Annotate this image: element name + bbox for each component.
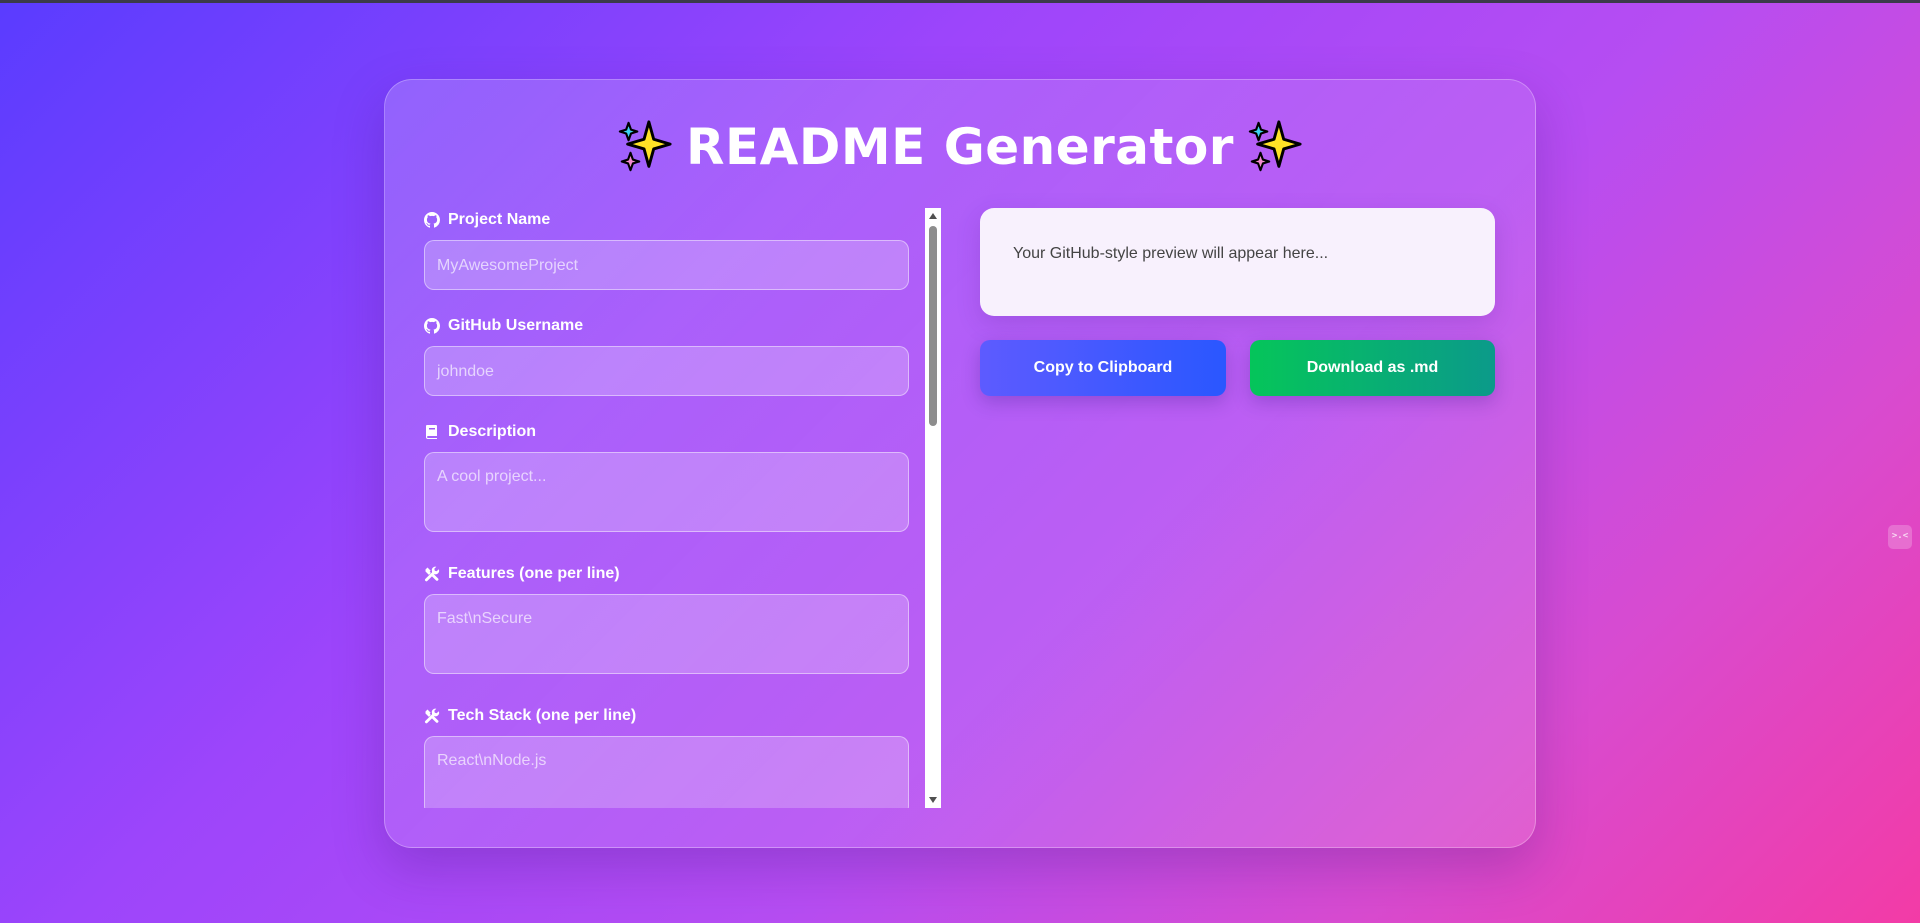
description-textarea[interactable]: A cool project... xyxy=(424,452,909,532)
field-label-text: GitHub Username xyxy=(448,317,584,334)
project-name-input[interactable]: MyAwesomeProject xyxy=(424,240,909,290)
scroll-down-arrow-icon[interactable] xyxy=(929,797,937,803)
tools-icon xyxy=(424,708,440,724)
sparkles-icon xyxy=(1248,119,1302,171)
field-github-username: GitHub Username johndoe xyxy=(424,313,909,396)
field-features: Features (one per line) Fast\nSecure xyxy=(424,561,909,674)
field-label-text: Features (one per line) xyxy=(448,565,620,582)
field-label: Features (one per line) xyxy=(424,561,909,587)
field-tech-stack: Tech Stack (one per line) React\nNode.js xyxy=(424,703,909,808)
scroll-up-arrow-icon[interactable] xyxy=(929,213,937,219)
tools-icon xyxy=(424,566,440,582)
title-text: README Generator xyxy=(686,118,1234,176)
field-label: Tech Stack (one per line) xyxy=(424,703,909,729)
readme-preview: Your GitHub-style preview will appear he… xyxy=(980,208,1495,316)
field-label: Description xyxy=(424,419,909,445)
copy-to-clipboard-button[interactable]: Copy to Clipboard xyxy=(980,340,1226,396)
github-icon xyxy=(424,212,440,228)
sparkles-icon xyxy=(618,119,672,171)
download-md-button[interactable]: Download as .md xyxy=(1250,340,1495,396)
side-extension-tab[interactable]: >.< xyxy=(1888,525,1912,549)
browser-top-strip xyxy=(0,0,1920,3)
field-label: Project Name xyxy=(424,207,909,233)
field-label: GitHub Username xyxy=(424,313,909,339)
page-title: README Generator xyxy=(0,112,1920,182)
preview-placeholder-text: Your GitHub-style preview will appear he… xyxy=(1013,245,1329,262)
scroll-thumb[interactable] xyxy=(929,226,937,426)
github-username-input[interactable]: johndoe xyxy=(424,346,909,396)
field-project-name: Project Name MyAwesomeProject xyxy=(424,207,909,290)
form-panel[interactable]: Project Name MyAwesomeProject GitHub Use… xyxy=(424,207,941,808)
form-scrollbar[interactable] xyxy=(925,208,941,808)
features-textarea[interactable]: Fast\nSecure xyxy=(424,594,909,674)
tech-stack-textarea[interactable]: React\nNode.js xyxy=(424,736,909,808)
field-label-text: Tech Stack (one per line) xyxy=(448,707,637,724)
book-icon xyxy=(426,425,437,439)
field-description: Description A cool project... xyxy=(424,419,909,532)
github-icon xyxy=(424,318,440,334)
field-label-text: Project Name xyxy=(448,211,551,228)
field-label-text: Description xyxy=(448,423,537,440)
